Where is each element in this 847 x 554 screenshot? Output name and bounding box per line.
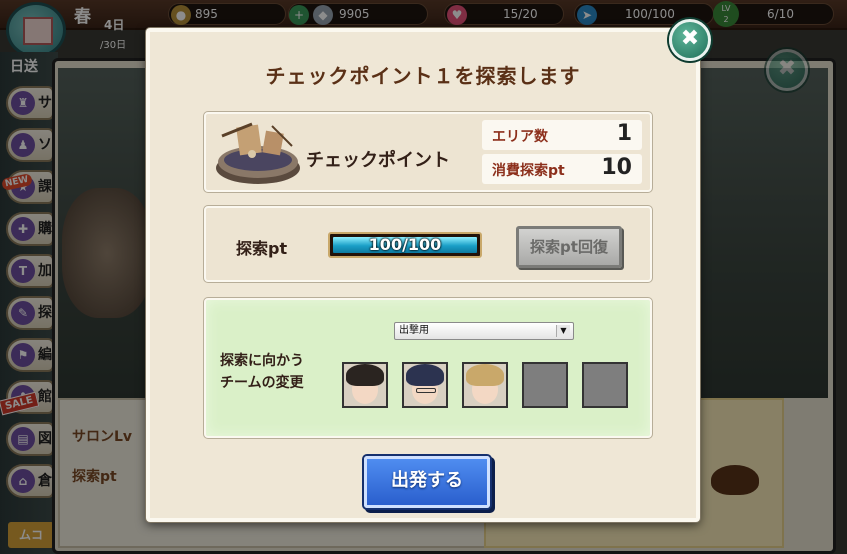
team-member-slot[interactable] [342,362,388,408]
explore-pt-bar: 100/100 [328,232,482,258]
team-panel: 出撃用 ▼ 探索に向かう チームの変更 [204,298,652,438]
explore-pt-label: 探索pt [236,239,288,258]
explore-pt-panel: 探索pt 100/100 探索pt回復 [204,206,652,282]
character-hair [406,364,444,386]
character-hair [466,364,504,386]
recover-pt-button[interactable]: 探索pt回復 [516,226,622,268]
empty-team-slot[interactable] [582,362,628,408]
cost-stat: 消費探索pt 10 [482,154,642,184]
dropdown-arrow-icon: ▼ [556,325,570,337]
empty-team-slot[interactable] [522,362,568,408]
checkpoint-ruins-image [216,122,300,184]
team-member-slot[interactable] [402,362,448,408]
checkpoint-name: チェックポイント [306,150,450,171]
dialog-title: チェックポイント１を探索します [265,64,581,88]
team-label-line1: 探索に向かう [220,353,304,369]
checkpoint-panel: チェックポイント エリア数 1 消費探索pt 10 [204,112,652,192]
close-icon[interactable]: ✖ [669,19,711,61]
area-count-value: 1 [616,121,632,146]
depart-button[interactable]: 出発する [364,456,490,508]
team-select-value: 出撃用 [399,325,429,336]
team-label-line2: チームの変更 [220,375,304,391]
area-count-label: エリア数 [492,129,548,145]
cost-label: 消費探索pt [492,163,565,179]
explore-pt-value: 100/100 [368,235,442,254]
team-select[interactable]: 出撃用 ▼ [394,322,574,340]
team-change-label: 探索に向かう チームの変更 [220,350,304,394]
explore-dialog: チェックポイント１を探索します チェックポイント エリア数 1 消費探索pt 1… [146,28,700,522]
team-member-slot[interactable] [462,362,508,408]
character-hair [346,364,384,386]
glasses-icon [416,388,436,393]
area-count-stat: エリア数 1 [482,120,642,150]
cost-value: 10 [601,155,632,180]
